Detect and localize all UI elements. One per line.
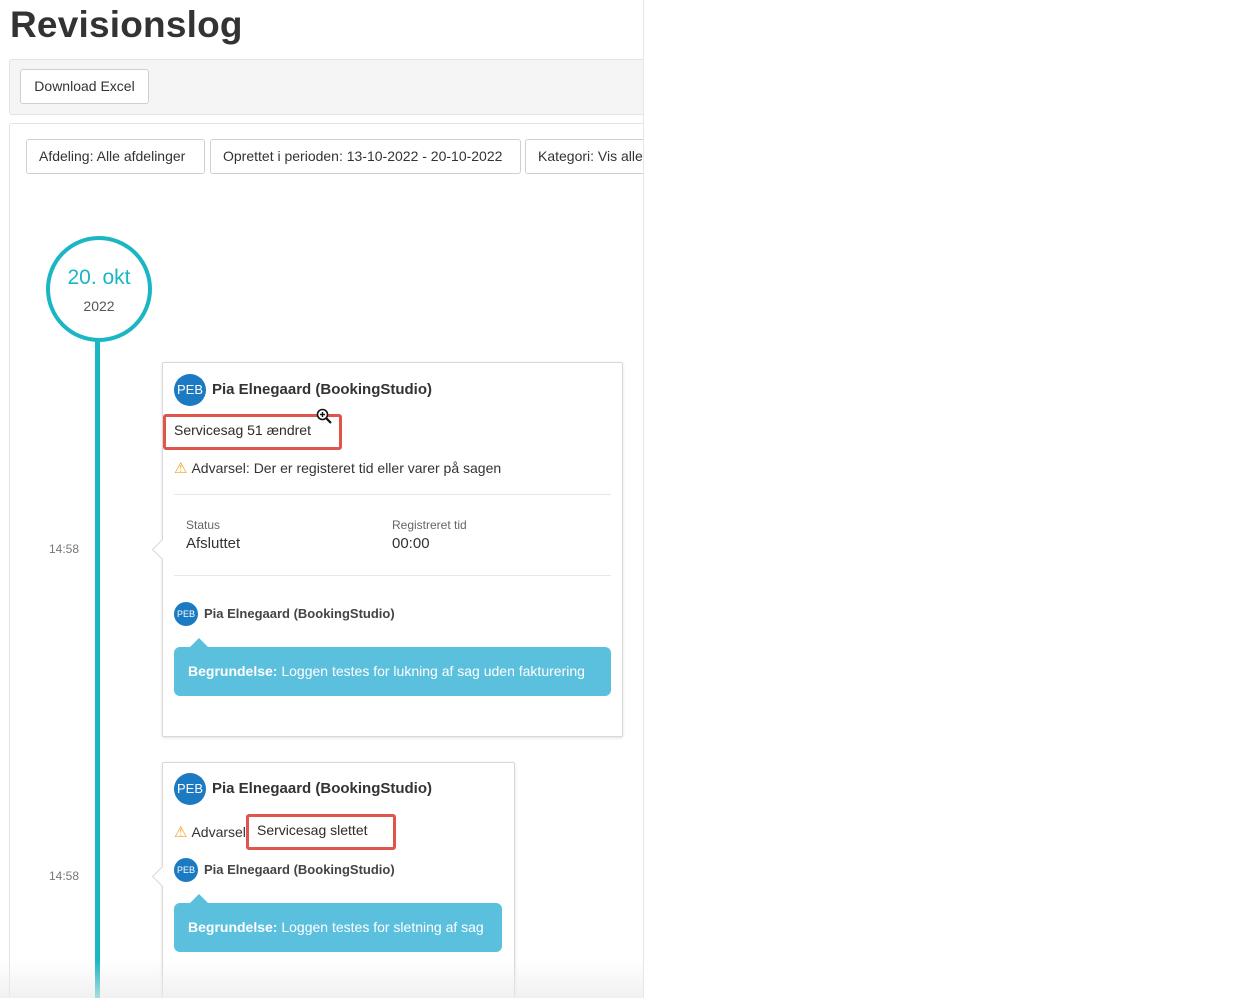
reason-bubble: Begrundelse: Loggen testes for lukning a… (174, 638, 611, 696)
timeline-line (95, 336, 100, 998)
reason-bubble: Begrundelse: Loggen testes for sletning … (174, 894, 502, 952)
warning-row: ⚠ Advarsel (174, 823, 246, 841)
field-label-status: Status (186, 518, 221, 532)
entry-user-name: Pia Elnegaard (BookingStudio) (212, 381, 433, 398)
warning-triangle-icon: ⚠ (174, 824, 188, 841)
reason-label: Begrundelse: (188, 919, 278, 935)
divider (174, 575, 611, 576)
entry-time: 14:58 (49, 869, 80, 883)
log-entry-card: PEB Pia Elnegaard (BookingStudio) Servic… (151, 362, 623, 737)
filter-department-button[interactable]: Afdeling: Alle afdelinger (26, 139, 205, 174)
reason-text: Loggen testes for lukning af sag uden fa… (281, 663, 585, 679)
avatar: PEB (174, 858, 198, 882)
entry-user-name: Pia Elnegaard (BookingStudio) (212, 780, 433, 797)
warning-row: ⚠ Advarsel: Der er registeret tid eller v… (174, 459, 501, 477)
warning-text: Advarsel (191, 824, 246, 840)
toolbar: Download Excel (9, 59, 643, 115)
download-excel-button[interactable]: Download Excel (20, 69, 149, 104)
entry-time: 14:58 (49, 542, 80, 556)
field-label-registered-time: Registreret tid (392, 518, 467, 532)
filter-category-button[interactable]: Kategori: Vis alle (525, 139, 643, 174)
comment-user-name: Pia Elnegaard (BookingStudio) (204, 606, 395, 621)
avatar: PEB (174, 773, 206, 805)
page-title: Revisionslog (10, 4, 243, 45)
warning-triangle-icon: ⚠ (174, 460, 188, 477)
comment-user-name: Pia Elnegaard (BookingStudio) (204, 862, 395, 877)
avatar: PEB (174, 602, 198, 626)
timeline-date-marker: 20. okt 2022 (46, 236, 152, 342)
warning-text: Advarsel: Der er registeret tid eller va… (191, 460, 502, 476)
bottom-fade (0, 960, 643, 998)
filter-period-button[interactable]: Oprettet i perioden: 13-10-2022 - 20-10-… (210, 139, 521, 174)
event-title-highlight: Servicesag slettet (246, 814, 396, 850)
zoom-in-icon (316, 408, 332, 424)
divider (174, 494, 611, 495)
date-year: 2022 (83, 298, 115, 314)
reason-label: Begrundelse: (188, 663, 278, 679)
field-value-registered-time: 00:00 (392, 535, 430, 552)
date-day: 20. okt (67, 266, 131, 289)
event-title: Servicesag 51 ændret (174, 422, 311, 438)
avatar: PEB (174, 374, 206, 406)
event-title: Servicesag slettet (257, 822, 368, 838)
revision-log-page: Revisionslog Download Excel Afdeling: Al… (0, 0, 644, 998)
field-value-status: Afsluttet (186, 535, 241, 552)
reason-text: Loggen testes for sletning af sag (281, 919, 484, 935)
